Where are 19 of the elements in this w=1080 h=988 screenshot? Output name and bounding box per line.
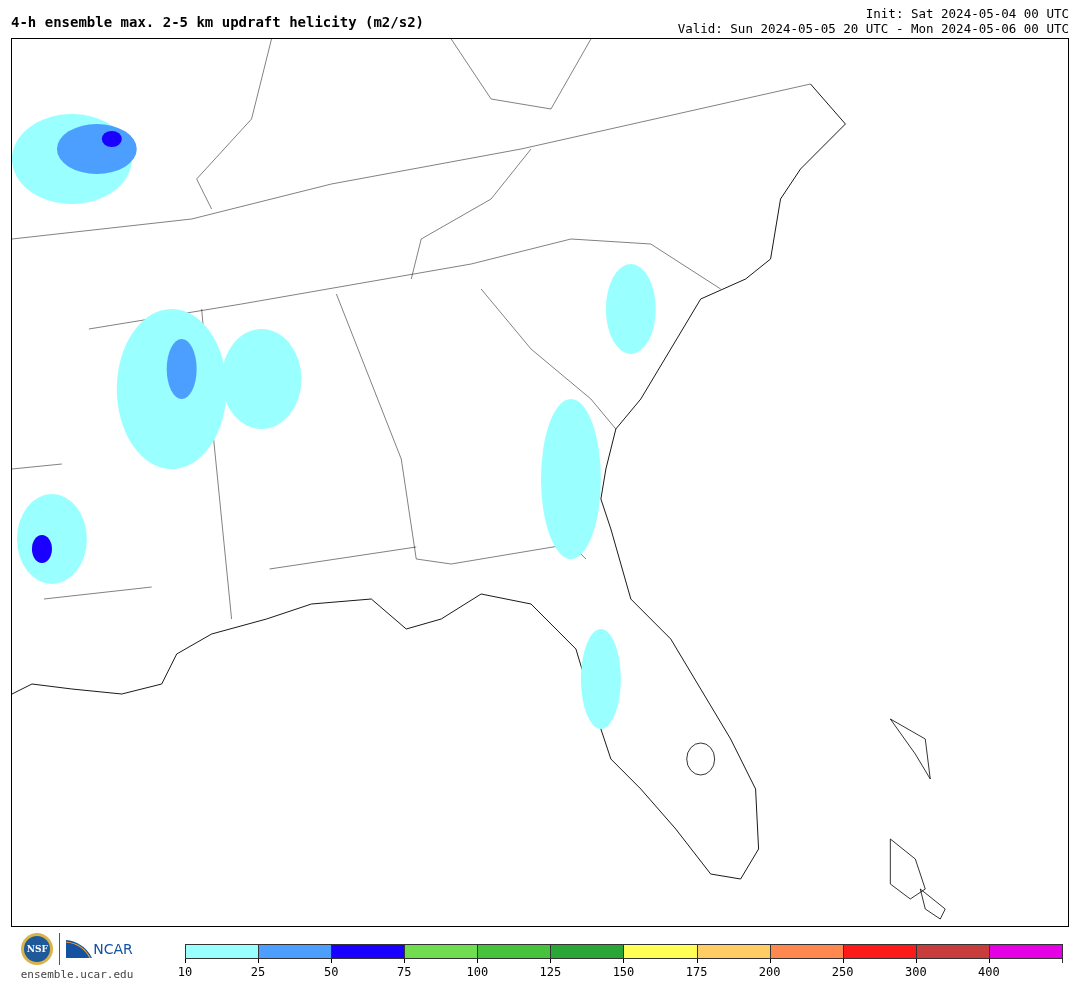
- swoosh-icon: [66, 940, 93, 958]
- legend-label: 300: [904, 965, 927, 979]
- init-time: Init: Sat 2024-05-04 00 UTC: [865, 6, 1069, 21]
- legend-label: 75: [397, 965, 412, 979]
- legend-label: 250: [831, 965, 854, 979]
- legend-label: 100: [466, 965, 489, 979]
- legend-label: 25: [250, 965, 266, 979]
- legend-label: 200: [758, 965, 781, 979]
- legend-label: 150: [612, 965, 635, 979]
- legend-label: 50: [323, 965, 339, 979]
- legend-label: 10: [177, 965, 193, 979]
- legend-label: 125: [539, 965, 562, 979]
- legend-label: 175: [685, 965, 708, 979]
- site-url: ensemble.ucar.edu: [20, 968, 134, 981]
- chart-title: 4-h ensemble max. 2-5 km updraft helicity (m2/s2): [11, 14, 424, 30]
- ncar-logo: NCAR: [93, 941, 133, 957]
- valid-time: Valid: Sun 2024-05-05 20 UTC - Mon 2024-05-06 00 UTC: [677, 21, 1069, 36]
- legend-label: 400: [978, 965, 1000, 979]
- nsf-logo: NSF: [21, 933, 54, 965]
